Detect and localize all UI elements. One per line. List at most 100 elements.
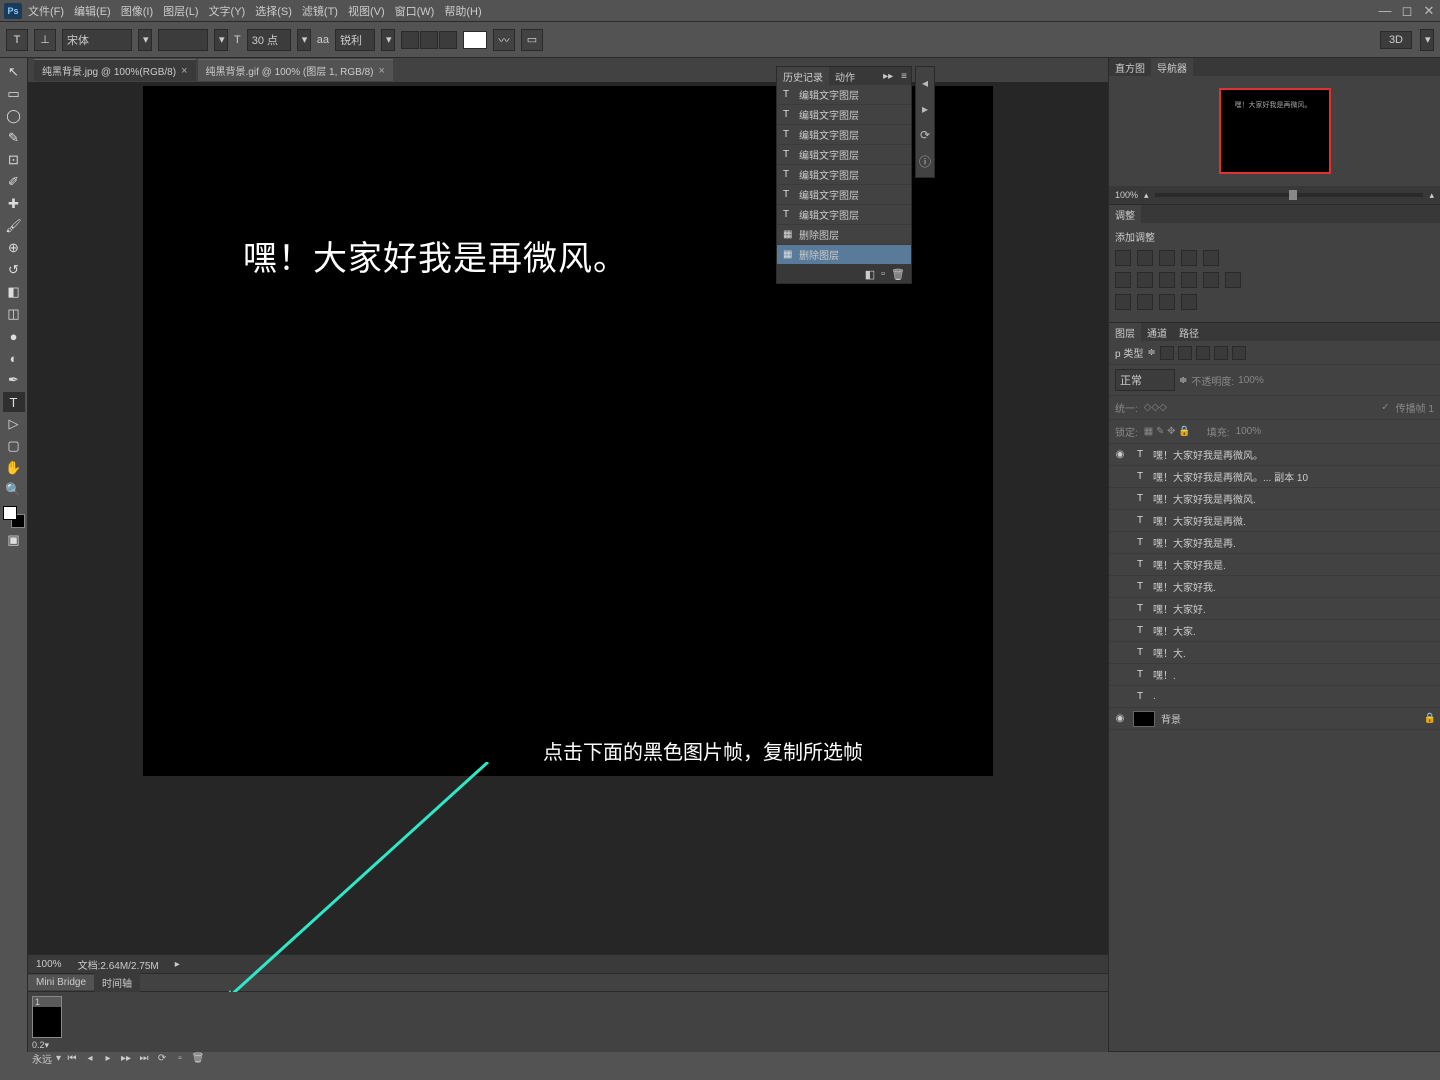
menu-file[interactable]: 文件(F) (28, 3, 64, 19)
hand-tool[interactable]: ✋ (3, 458, 25, 478)
menu-select[interactable]: 选择(S) (255, 3, 292, 19)
healing-tool[interactable]: ✚ (3, 194, 25, 214)
brightness-icon[interactable] (1115, 250, 1131, 266)
history-brush-tool[interactable]: ↺ (3, 260, 25, 280)
color-lookup-icon[interactable] (1203, 272, 1219, 288)
fill-value[interactable]: 100% (1236, 426, 1262, 437)
stamp-tool[interactable]: ⊕ (3, 238, 25, 258)
menu-filter[interactable]: 滤镜(T) (302, 3, 338, 19)
photo-filter-icon[interactable] (1159, 272, 1175, 288)
loop-dropdown[interactable]: 永远 (32, 1051, 52, 1066)
next-frame-button[interactable]: ▸▸ (119, 1052, 133, 1066)
dodge-tool[interactable]: ◐ (3, 348, 25, 368)
filter-type-icon[interactable] (1196, 346, 1210, 360)
layer-row[interactable]: T. (1109, 686, 1440, 708)
history-item[interactable]: T编辑文字图层 (777, 145, 911, 165)
layer-row[interactable]: T嘿！大家好我是再微风. (1109, 488, 1440, 510)
tab-channels[interactable]: 通道 (1141, 323, 1173, 342)
curves-icon[interactable] (1159, 250, 1175, 266)
history-item[interactable]: T编辑文字图层 (777, 165, 911, 185)
delete-frame-button[interactable]: 🗑 (191, 1052, 205, 1066)
posterize-icon[interactable] (1115, 294, 1131, 310)
frame-delay[interactable]: 0.2▾ (32, 1040, 49, 1051)
play-button[interactable]: ▸ (101, 1052, 115, 1066)
type-tool[interactable]: T (3, 392, 25, 412)
panel-collapse-icon[interactable]: ▸▸ (879, 71, 897, 82)
layer-row[interactable]: T嘿！大家好我是再微. (1109, 510, 1440, 532)
layer-row[interactable]: T嘿！大家好我. (1109, 576, 1440, 598)
unify-icon[interactable]: ◇◇◇ (1144, 402, 1167, 413)
nav-zoom-value[interactable]: 100% (1115, 190, 1138, 200)
zoom-level[interactable]: 100% (36, 959, 62, 970)
tab-actions[interactable]: 动作 (829, 67, 861, 86)
filter-pixel-icon[interactable] (1160, 346, 1174, 360)
align-right-button[interactable] (439, 31, 457, 49)
history-item[interactable]: T编辑文字图层 (777, 85, 911, 105)
gradient-tool[interactable]: ◫ (3, 304, 25, 324)
lock-icons[interactable]: ▦ ✎ ✥ 🔒 (1144, 426, 1191, 437)
dock-icon-1[interactable]: ◂ (918, 75, 932, 91)
pen-tool[interactable]: ✒ (3, 370, 25, 390)
propagate-checkbox[interactable]: 传播帧 1 (1396, 400, 1434, 415)
eyedropper-tool[interactable]: ✐ (3, 172, 25, 192)
channel-mixer-icon[interactable] (1181, 272, 1197, 288)
bw-icon[interactable] (1137, 272, 1153, 288)
layer-row[interactable]: T嘿！大家好我是再微风。... 副本 10 (1109, 466, 1440, 488)
font-size-arrow[interactable]: ▾ (297, 29, 311, 51)
orientation-icon[interactable]: ⊥ (34, 29, 56, 51)
filter-shape-icon[interactable] (1214, 346, 1228, 360)
menu-window[interactable]: 窗口(W) (395, 3, 435, 19)
tab-history[interactable]: 历史记录 (777, 67, 829, 86)
history-item[interactable]: T编辑文字图层 (777, 205, 911, 225)
path-select-tool[interactable]: ▷ (3, 414, 25, 434)
tab-layers[interactable]: 图层 (1109, 323, 1141, 342)
status-arrow-icon[interactable]: ▸ (175, 959, 180, 970)
gradient-map-icon[interactable] (1159, 294, 1175, 310)
layer-row[interactable]: T嘿！大家好. (1109, 598, 1440, 620)
tab-timeline[interactable]: 时间轴 (94, 973, 140, 992)
menu-type[interactable]: 文字(Y) (209, 3, 246, 19)
shape-tool[interactable]: ▢ (3, 436, 25, 456)
font-style-arrow[interactable]: ▾ (214, 29, 228, 51)
dock-icon-4[interactable]: ⓘ (918, 153, 932, 169)
filter-adj-icon[interactable] (1178, 346, 1192, 360)
quick-select-tool[interactable]: ✎ (3, 128, 25, 148)
zoom-slider[interactable] (1155, 193, 1424, 197)
history-item[interactable]: T编辑文字图层 (777, 185, 911, 205)
zoom-out-icon[interactable]: ▴ (1144, 190, 1149, 201)
document-tab-1[interactable]: 纯黑背景.jpg @ 100%(RGB/8)× (34, 59, 196, 81)
text-color-swatch[interactable] (463, 31, 487, 49)
layer-row[interactable]: T嘿！. (1109, 664, 1440, 686)
exposure-icon[interactable] (1181, 250, 1197, 266)
vibrance-icon[interactable] (1203, 250, 1219, 266)
filter-smart-icon[interactable] (1232, 346, 1246, 360)
tween-button[interactable]: ⟳ (155, 1052, 169, 1066)
font-style-dropdown[interactable] (158, 29, 208, 51)
color-picker[interactable] (3, 506, 25, 528)
menu-help[interactable]: 帮助(H) (444, 3, 481, 19)
tab-navigator[interactable]: 导航器 (1151, 58, 1193, 77)
history-item[interactable]: ▦删除图层 (777, 245, 911, 265)
maximize-button[interactable]: ◻ (1396, 2, 1418, 20)
zoom-tool[interactable]: 🔍 (3, 480, 25, 500)
minimize-button[interactable]: — (1374, 2, 1396, 20)
history-delete-icon[interactable]: 🗑 (891, 268, 905, 281)
warp-text-button[interactable]: 〰 (493, 29, 515, 51)
tab-minibridge[interactable]: Mini Bridge (28, 975, 94, 990)
text-tool-icon[interactable]: T (6, 29, 28, 51)
tab-adjustments[interactable]: 调整 (1109, 205, 1141, 224)
layer-row[interactable]: T嘿！大家好我是. (1109, 554, 1440, 576)
eraser-tool[interactable]: ◧ (3, 282, 25, 302)
tab-histogram[interactable]: 直方图 (1109, 58, 1151, 77)
brush-tool[interactable]: 🖌 (3, 216, 25, 236)
last-frame-button[interactable]: ⏭ (137, 1052, 151, 1066)
font-size-dropdown[interactable]: 30 点 (247, 29, 291, 51)
duplicate-frame-button[interactable]: ▫ (173, 1052, 187, 1066)
layer-row[interactable]: T嘿！大. (1109, 642, 1440, 664)
layer-row[interactable]: T嘿！大家. (1109, 620, 1440, 642)
dock-icon-2[interactable]: ▸ (918, 101, 932, 117)
menu-view[interactable]: 视图(V) (348, 3, 385, 19)
navigator-thumbnail[interactable]: 嘿！大家好我是再微风。 (1219, 88, 1331, 174)
font-family-arrow[interactable]: ▾ (138, 29, 152, 51)
crop-tool[interactable]: ⊡ (3, 150, 25, 170)
